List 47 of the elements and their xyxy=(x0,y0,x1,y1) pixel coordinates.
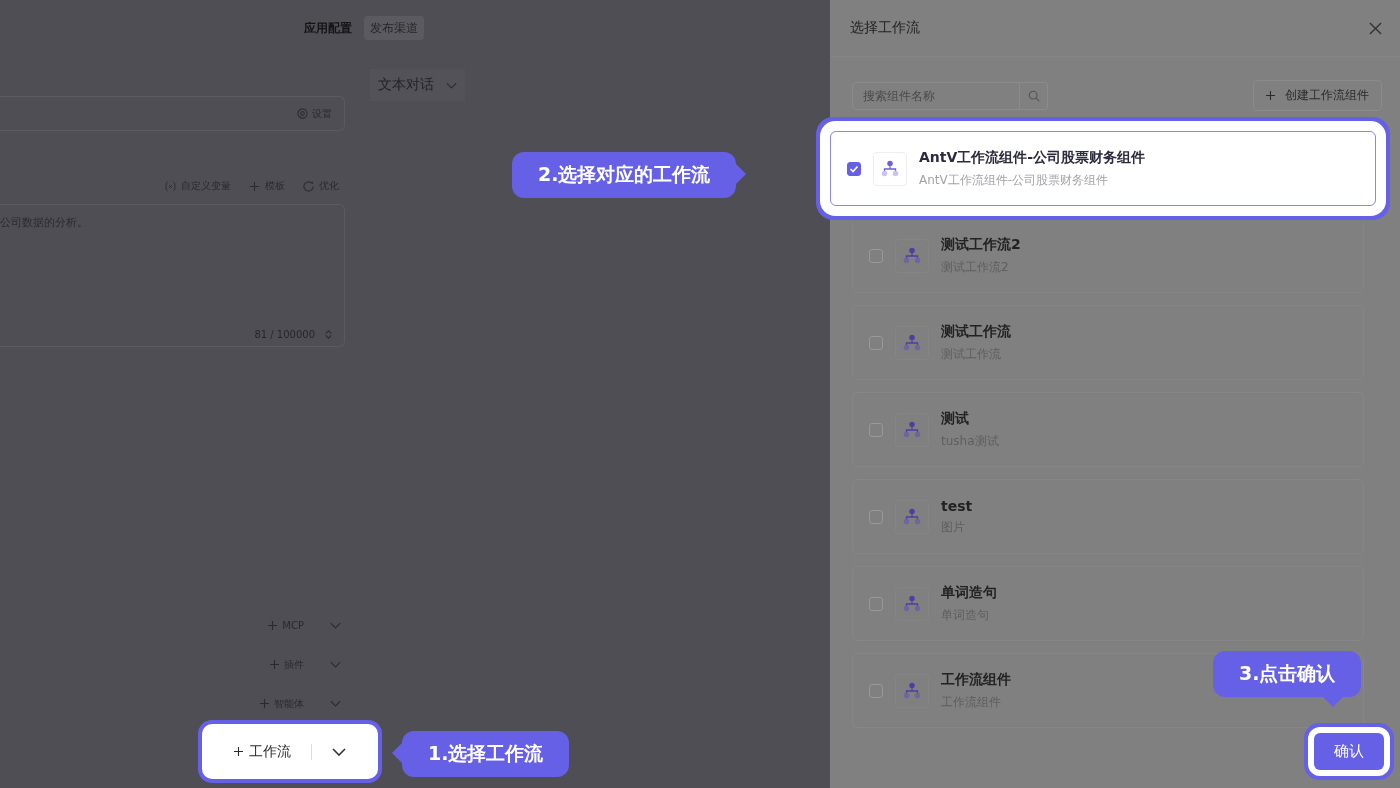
plus-icon xyxy=(260,699,269,708)
workflow-name: 测试工作流2 xyxy=(941,235,1021,254)
create-workflow-button[interactable]: 创建工作流组件 xyxy=(1253,80,1382,111)
callout-pointer xyxy=(736,164,747,184)
checkbox[interactable] xyxy=(869,683,883,698)
chevron-down-icon xyxy=(446,81,457,89)
workflow-icon xyxy=(895,412,929,447)
workflow-name: 测试工作流 xyxy=(941,322,1011,341)
checkbox[interactable] xyxy=(869,596,883,611)
search-icon[interactable] xyxy=(1027,89,1040,102)
plus-icon xyxy=(234,747,243,756)
search-button[interactable] xyxy=(1020,81,1048,110)
checkbox[interactable] xyxy=(869,422,883,437)
app-tab[interactable]: 应用配置 xyxy=(298,16,358,40)
checkbox[interactable] xyxy=(847,161,861,176)
plus-icon xyxy=(249,180,260,192)
add-workflow-label[interactable]: 工作流 xyxy=(249,742,291,761)
callout-pointer xyxy=(392,743,402,763)
callout-bubble: 2.选择对应的工作流 xyxy=(512,152,737,198)
workflow-name: 工作流组件 xyxy=(941,670,1011,689)
close-icon[interactable] xyxy=(1369,21,1382,35)
callout-pointer xyxy=(1323,697,1344,707)
chevron-down-icon[interactable] xyxy=(332,747,346,756)
callout-bubble: 1.选择工作流 xyxy=(402,731,570,777)
plus-icon xyxy=(270,660,279,669)
checkbox[interactable] xyxy=(869,248,883,263)
workflow-name: AntV工作流组件-公司股票财务组件 xyxy=(919,148,1146,167)
workflow-icon xyxy=(895,325,929,360)
drawer-title: 选择工作流 xyxy=(850,19,920,37)
workflow-icon xyxy=(895,238,929,273)
add-workflow-button[interactable]: 工作流 xyxy=(198,720,382,783)
checkbox[interactable] xyxy=(869,509,883,524)
resize-icon xyxy=(323,329,334,340)
callout-bubble: 3.点击确认 xyxy=(1213,651,1362,697)
workflow-name: 测试 xyxy=(941,409,970,428)
plus-icon xyxy=(1266,91,1275,100)
workflow-name: test xyxy=(941,497,973,514)
plus-icon xyxy=(268,621,278,630)
settings-icon xyxy=(297,108,308,119)
checkbox[interactable] xyxy=(869,335,883,350)
workflow-description: AntV工作流组件-公司股票财务组件 xyxy=(919,171,1110,189)
workflow-name: 单词造句 xyxy=(941,583,997,602)
workflow-icon xyxy=(895,586,929,621)
workflow-icon xyxy=(895,499,929,534)
variable-icon xyxy=(165,180,176,192)
workflow-icon xyxy=(895,673,929,708)
workflow-icon xyxy=(873,151,907,186)
